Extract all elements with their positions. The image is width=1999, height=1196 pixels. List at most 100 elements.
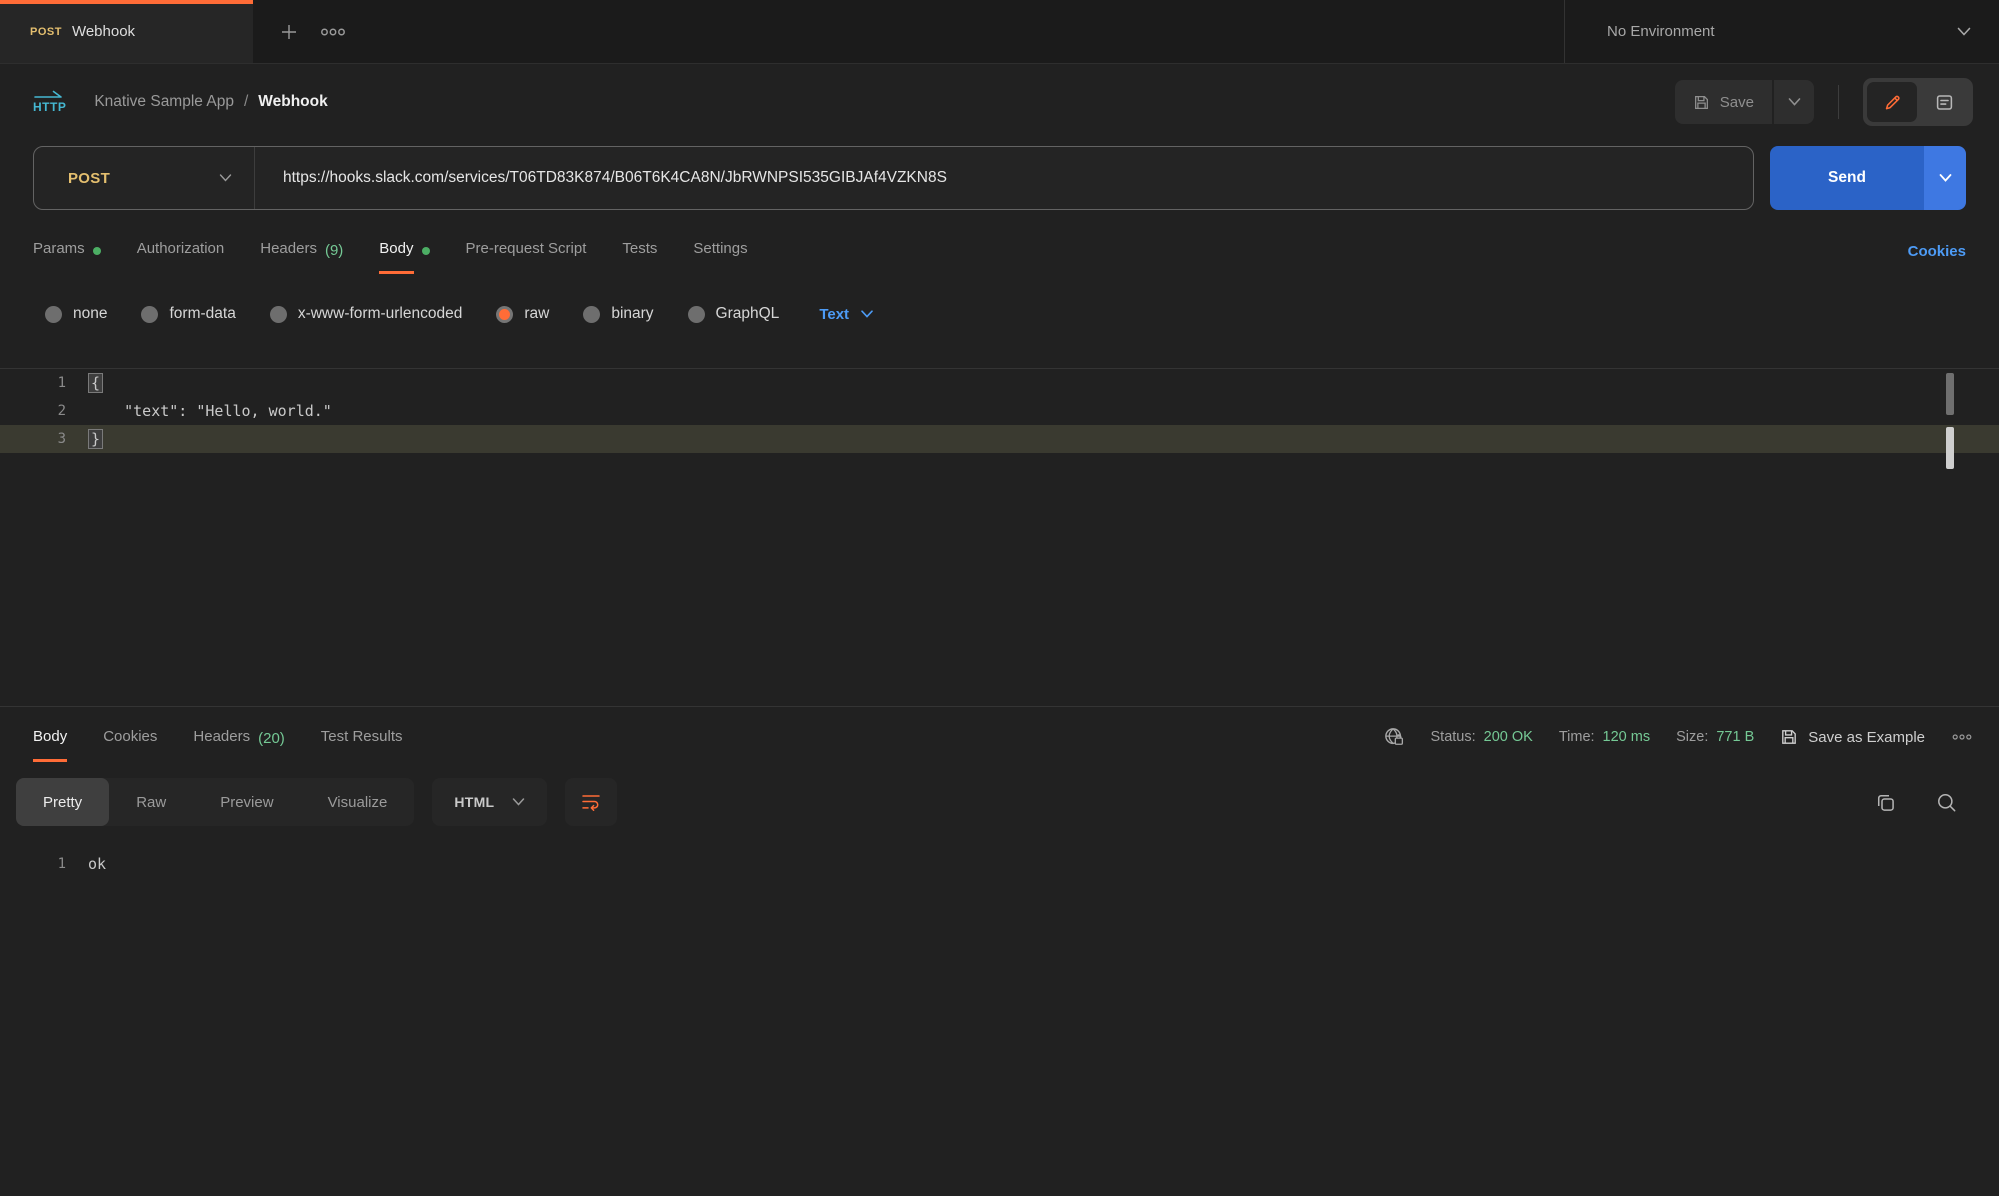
response-meta-bar: Status: 200 OK Time: 120 ms Size: 771 B … xyxy=(1383,726,1973,762)
size-badge[interactable]: Size: 771 B xyxy=(1676,729,1754,745)
url-input[interactable]: https://hooks.slack.com/services/T06TD83… xyxy=(255,169,1753,187)
response-toolbar: Pretty Raw Preview Visualize HTML xyxy=(16,778,1957,826)
tab-options-button[interactable] xyxy=(311,0,355,63)
response-tab-cookies[interactable]: Cookies xyxy=(103,728,157,762)
tab-pre-request-script[interactable]: Pre-request Script xyxy=(466,240,587,274)
editor-line-current: 3 } xyxy=(0,425,1999,453)
documentation-icon xyxy=(1935,93,1954,112)
request-tabs: Params Authorization Headers (9) Body Pr… xyxy=(0,240,1999,274)
body-type-x-www-form-urlencoded[interactable]: x-www-form-urlencoded xyxy=(270,305,463,323)
response-line: 1 ok xyxy=(0,850,1999,878)
save-disk-icon xyxy=(1693,94,1710,111)
line-number: 2 xyxy=(0,403,88,419)
tab-headers[interactable]: Headers (9) xyxy=(260,240,343,274)
plus-icon xyxy=(279,22,299,42)
tab-params[interactable]: Params xyxy=(33,240,101,274)
line-number: 1 xyxy=(0,375,88,391)
save-button[interactable]: Save xyxy=(1675,80,1772,124)
body-type-raw[interactable]: raw xyxy=(496,305,549,323)
response-options-button[interactable] xyxy=(1951,733,1973,741)
response-headers-count: (20) xyxy=(258,730,285,761)
editor-scrollbar-mark[interactable] xyxy=(1946,427,1954,469)
tab-settings[interactable]: Settings xyxy=(693,240,747,274)
response-view-switcher: Pretty Raw Preview Visualize xyxy=(16,778,414,826)
radio-selected-icon xyxy=(496,306,513,323)
pane-toggle-group xyxy=(1863,78,1973,126)
send-options-button[interactable] xyxy=(1924,146,1966,210)
time-badge[interactable]: Time: 120 ms xyxy=(1559,729,1650,745)
http-protocol-icon: HTTP xyxy=(33,90,66,114)
response-header: Body Cookies Headers (20) Test Results S… xyxy=(0,706,1999,762)
editor-line: 1 { xyxy=(0,369,1999,397)
tab-method-badge: POST xyxy=(30,26,62,38)
breadcrumb-collection[interactable]: Knative Sample App xyxy=(94,93,234,111)
edit-request-button[interactable] xyxy=(1867,82,1917,122)
view-raw[interactable]: Raw xyxy=(109,778,193,826)
line-number: 3 xyxy=(0,431,88,447)
response-code: ok xyxy=(88,855,106,873)
url-row: POST https://hooks.slack.com/services/T0… xyxy=(33,146,1966,210)
body-type-none[interactable]: none xyxy=(45,305,107,323)
request-tab-webhook[interactable]: POST Webhook xyxy=(0,0,253,63)
open-brace: { xyxy=(88,373,103,393)
breadcrumb-request-name[interactable]: Webhook xyxy=(258,93,327,111)
body-type-binary[interactable]: binary xyxy=(583,305,653,323)
postman-app: POST Webhook No Environment HTTP Knat xyxy=(0,0,1999,1196)
status-badge[interactable]: Status: 200 OK xyxy=(1431,729,1533,745)
header-divider xyxy=(1838,85,1839,119)
tab-body[interactable]: Body xyxy=(379,240,429,274)
request-header-row: HTTP Knative Sample App / Webhook Save xyxy=(0,64,1999,140)
chevron-down-icon xyxy=(1788,98,1801,106)
save-disk-icon xyxy=(1780,728,1798,746)
new-tab-button[interactable] xyxy=(267,0,311,63)
method-label: POST xyxy=(68,170,219,187)
chevron-down-icon xyxy=(1939,174,1952,182)
search-response-button[interactable] xyxy=(1936,792,1957,813)
top-tab-bar: POST Webhook No Environment xyxy=(0,0,1999,64)
wrap-lines-button[interactable] xyxy=(565,778,617,826)
response-tab-test-results[interactable]: Test Results xyxy=(321,728,403,762)
save-as-example-button[interactable]: Save as Example xyxy=(1780,728,1925,746)
response-format-selector[interactable]: HTML xyxy=(432,778,547,826)
params-data-dot xyxy=(93,247,101,255)
line-number: 1 xyxy=(0,856,88,872)
environment-selector[interactable]: No Environment xyxy=(1565,0,1999,63)
request-body-editor[interactable]: 1 { 2 "text": "Hello, world." 3 } xyxy=(0,368,1999,706)
send-button[interactable]: Send xyxy=(1770,146,1924,210)
radio-icon xyxy=(141,306,158,323)
pencil-icon xyxy=(1883,93,1902,112)
request-url-box: POST https://hooks.slack.com/services/T0… xyxy=(33,146,1754,210)
headers-count: (9) xyxy=(325,242,343,273)
send-button-group: Send xyxy=(1770,146,1966,210)
cookies-link[interactable]: Cookies xyxy=(1908,243,1966,274)
more-options-icon xyxy=(320,27,346,37)
copy-response-button[interactable] xyxy=(1875,792,1896,813)
breadcrumb-separator: / xyxy=(244,93,248,111)
view-pretty[interactable]: Pretty xyxy=(16,778,109,826)
radio-icon xyxy=(45,306,62,323)
environment-label: No Environment xyxy=(1607,23,1957,40)
body-type-graphql[interactable]: GraphQL xyxy=(688,305,780,323)
radio-icon xyxy=(688,306,705,323)
view-preview[interactable]: Preview xyxy=(193,778,300,826)
response-body-viewer[interactable]: 1 ok xyxy=(0,850,1999,878)
response-tab-headers[interactable]: Headers (20) xyxy=(193,728,284,762)
close-brace: } xyxy=(88,429,103,449)
tab-authorization[interactable]: Authorization xyxy=(137,240,225,274)
topbar-spacer xyxy=(355,0,1564,63)
chevron-down-icon xyxy=(861,310,873,318)
response-tab-body[interactable]: Body xyxy=(33,728,67,762)
network-info-icon[interactable] xyxy=(1383,726,1405,748)
documentation-button[interactable] xyxy=(1919,82,1969,122)
active-tab-accent xyxy=(0,0,253,4)
body-data-dot xyxy=(422,247,430,255)
save-options-button[interactable] xyxy=(1772,80,1814,124)
method-selector[interactable]: POST xyxy=(34,170,254,187)
chevron-down-icon xyxy=(512,798,525,806)
editor-scrollbar-mark[interactable] xyxy=(1946,373,1954,415)
tab-tests[interactable]: Tests xyxy=(622,240,657,274)
wrap-text-icon xyxy=(581,793,601,811)
raw-format-selector[interactable]: Text xyxy=(819,306,873,323)
body-type-form-data[interactable]: form-data xyxy=(141,305,235,323)
view-visualize[interactable]: Visualize xyxy=(301,778,415,826)
